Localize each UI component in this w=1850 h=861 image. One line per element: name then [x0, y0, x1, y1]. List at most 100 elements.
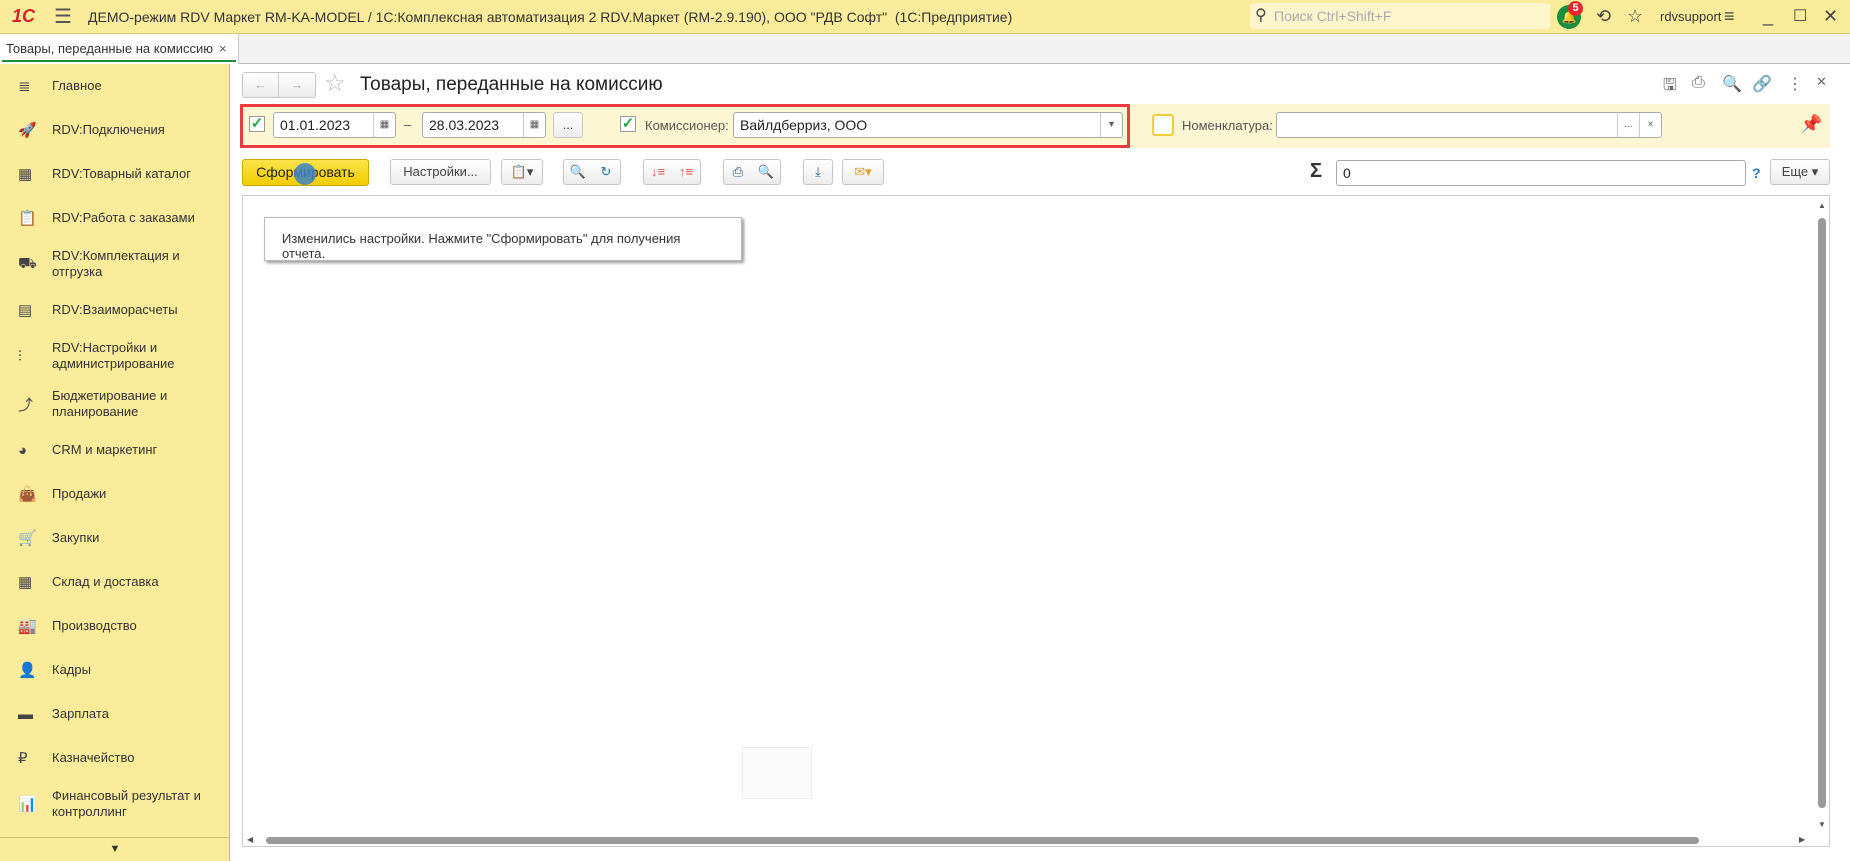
close-window-icon[interactable]: ✕ — [1823, 6, 1838, 27]
highlight-frame — [240, 104, 1130, 148]
print-icon[interactable]: ⎙ — [724, 160, 752, 184]
sidebar-item-label: RDV:Настройки и администрирование — [52, 340, 175, 371]
find-icon[interactable]: 🔍 — [564, 160, 592, 184]
sidebar-item[interactable]: ⛟ RDV:Комплектация и отгрузка — [0, 240, 229, 288]
nomenclature-field[interactable]: ... × — [1276, 112, 1662, 138]
sidebar-item[interactable]: ⫶ RDV:Настройки и администрирование — [0, 332, 229, 380]
save-icon[interactable]: 🖫 — [1663, 74, 1677, 101]
sidebar-item-label: Склад и доставка — [52, 574, 159, 589]
print-preview-icon[interactable]: 🔍 — [752, 160, 780, 184]
cart-dolly-icon: ⛟ — [18, 254, 37, 272]
tab-close-icon[interactable]: × — [219, 41, 227, 56]
sidebar-item-label: Казначейство — [52, 750, 135, 765]
expand-groups-icon[interactable]: ↓≡ — [644, 160, 672, 184]
sidebar-item[interactable]: 📊 Финансовый результат и контроллинг — [0, 780, 229, 828]
favorite-star-icon[interactable]: ☆ — [324, 69, 346, 98]
menu-icon: ≣ — [18, 78, 31, 95]
sidebar-item[interactable]: 👜 Продажи — [0, 472, 229, 516]
print-icon[interactable]: ⎙ — [1692, 74, 1705, 92]
clipboard-icon: 📋 — [18, 210, 37, 227]
scroll-up-icon[interactable]: ▲ — [1818, 201, 1826, 210]
sidebar-item[interactable]: 🛒 Закупки — [0, 516, 229, 560]
scroll-right-icon[interactable]: ▶ — [1799, 835, 1805, 844]
sidebar-item[interactable]: ≣ Главное — [0, 64, 229, 108]
preview-icon[interactable]: 🔍 — [1722, 74, 1742, 94]
sidebar-item[interactable]: ◕ CRM и маркетинг — [0, 428, 229, 472]
sidebar-item[interactable]: ₽ Казначейство — [0, 736, 229, 780]
sidebar-item[interactable]: ▬ Зарплата — [0, 692, 229, 736]
search-input[interactable]: ⚲ Поиск Ctrl+Shift+F — [1250, 3, 1550, 29]
more-label: Еще — [1781, 164, 1809, 179]
notifications-badge: 5 — [1568, 1, 1583, 16]
tab-goods-on-commission[interactable]: Товары, переданные на комиссию × — [0, 34, 239, 64]
sidebar-item[interactable]: ▤ RDV:Взаиморасчеты — [0, 288, 229, 332]
help-icon[interactable]: ? — [1752, 165, 1761, 181]
main-menu-icon[interactable]: ☰ — [54, 4, 72, 29]
sidebar-item[interactable]: 🏭 Производство — [0, 604, 229, 648]
sidebar-item-label: Финансовый результат и контроллинг — [52, 788, 201, 819]
back-icon[interactable]: ← — [243, 73, 279, 97]
vertical-scrollbar[interactable] — [1818, 218, 1826, 808]
maximize-icon[interactable]: ☐ — [1793, 6, 1807, 26]
more-vertical-icon[interactable]: ⋮ — [1787, 74, 1803, 94]
sidebar-item-label: CRM и маркетинг — [52, 442, 158, 457]
sidebar-item[interactable]: 👤 Кадры — [0, 648, 229, 692]
variant-dropdown-icon[interactable]: 📋▾ — [501, 159, 543, 185]
horizontal-scrollbar[interactable] — [266, 837, 1699, 844]
settings-menu-icon[interactable]: ≡ — [1724, 6, 1735, 27]
sidebar-item-label: RDV:Товарный каталог — [52, 166, 192, 181]
sidebar-item[interactable]: 🚀 RDV:Подключения — [0, 108, 229, 152]
sidebar: ≣ Главное 🚀 RDV:Подключения ▦ RDV:Товарный ка… — [0, 64, 230, 861]
person-icon: 👤 — [18, 662, 37, 679]
nomenclature-checkbox[interactable] — [1152, 114, 1174, 136]
download-icon[interactable]: ⤓ — [803, 159, 833, 185]
budget-chart-icon: ⤴ — [18, 396, 34, 414]
tab-label: Товары, переданные на комиссию — [6, 41, 214, 56]
forward-icon[interactable]: → — [279, 73, 315, 97]
sidebar-item-label: Главное — [52, 78, 102, 93]
sidebar-item[interactable]: 📋 RDV:Работа с заказами — [0, 196, 229, 240]
nav-buttons: ← → — [242, 72, 316, 98]
collapse-buttons: ↓≡ ↑≡ — [643, 159, 701, 185]
settings-button[interactable]: Настройки... — [390, 159, 491, 185]
factory-icon: 🏭 — [18, 618, 37, 635]
close-form-icon[interactable]: ✕ — [1816, 74, 1827, 90]
more-button[interactable]: Еще ▾ — [1770, 159, 1830, 185]
find-next-icon[interactable]: ↻ — [592, 160, 620, 184]
link-icon[interactable]: 🔗 — [1752, 74, 1772, 94]
empty-cell — [742, 747, 812, 799]
sidebar-item[interactable]: ⤴ Бюджетирование и планирование — [0, 380, 229, 428]
rocket-icon: 🚀 — [18, 122, 37, 139]
sidebar-item-label: Кадры — [52, 662, 91, 677]
report-area[interactable] — [242, 195, 1830, 847]
email-dropdown-icon[interactable]: ✉▾ — [842, 159, 884, 185]
grid-icon: ▦ — [18, 166, 33, 183]
sidebar-scroll-down-icon[interactable]: ▼ — [0, 837, 230, 861]
history-icon[interactable]: ⟲ — [1596, 6, 1611, 27]
sidebar-item-label: RDV:Работа с заказами — [52, 210, 195, 225]
favorites-icon[interactable]: ☆ — [1627, 6, 1643, 27]
nomenclature-select-button[interactable]: ... — [1617, 113, 1639, 137]
scroll-left-icon[interactable]: ◀ — [247, 835, 253, 844]
sidebar-item-label: Закупки — [52, 530, 100, 545]
sum-field[interactable]: 0 — [1336, 160, 1746, 186]
sliders-icon: ⫶ — [18, 347, 22, 365]
app-title: ДЕМО-режим RDV Маркет RM-KA-MODEL / 1С:К… — [88, 9, 1013, 25]
page-title: Товары, переданные на комиссию — [360, 74, 663, 95]
shopping-bag-icon: 👜 — [18, 486, 37, 503]
sidebar-item-label: Бюджетирование и планирование — [52, 388, 168, 419]
sidebar-item-label: Зарплата — [52, 706, 109, 721]
nomenclature-clear-button[interactable]: × — [1639, 113, 1661, 137]
sidebar-item-label: RDV:Подключения — [52, 122, 165, 137]
1c-logo[interactable]: 1С — [12, 6, 35, 27]
scroll-down-icon[interactable]: ▼ — [1818, 820, 1826, 829]
collapse-groups-icon[interactable]: ↑≡ — [672, 160, 700, 184]
sidebar-item-label: RDV:Взаиморасчеты — [52, 302, 178, 317]
sidebar-item[interactable]: ▦ Склад и доставка — [0, 560, 229, 604]
sidebar-item[interactable]: ▦ RDV:Товарный каталог — [0, 152, 229, 196]
pin-icon[interactable]: 📌 — [1800, 114, 1822, 135]
minimize-icon[interactable]: _ — [1763, 6, 1773, 27]
sum-icon: Σ — [1310, 160, 1323, 182]
search-icon: ⚲ — [1255, 7, 1267, 24]
user-name[interactable]: rdvsupport — [1660, 9, 1721, 24]
